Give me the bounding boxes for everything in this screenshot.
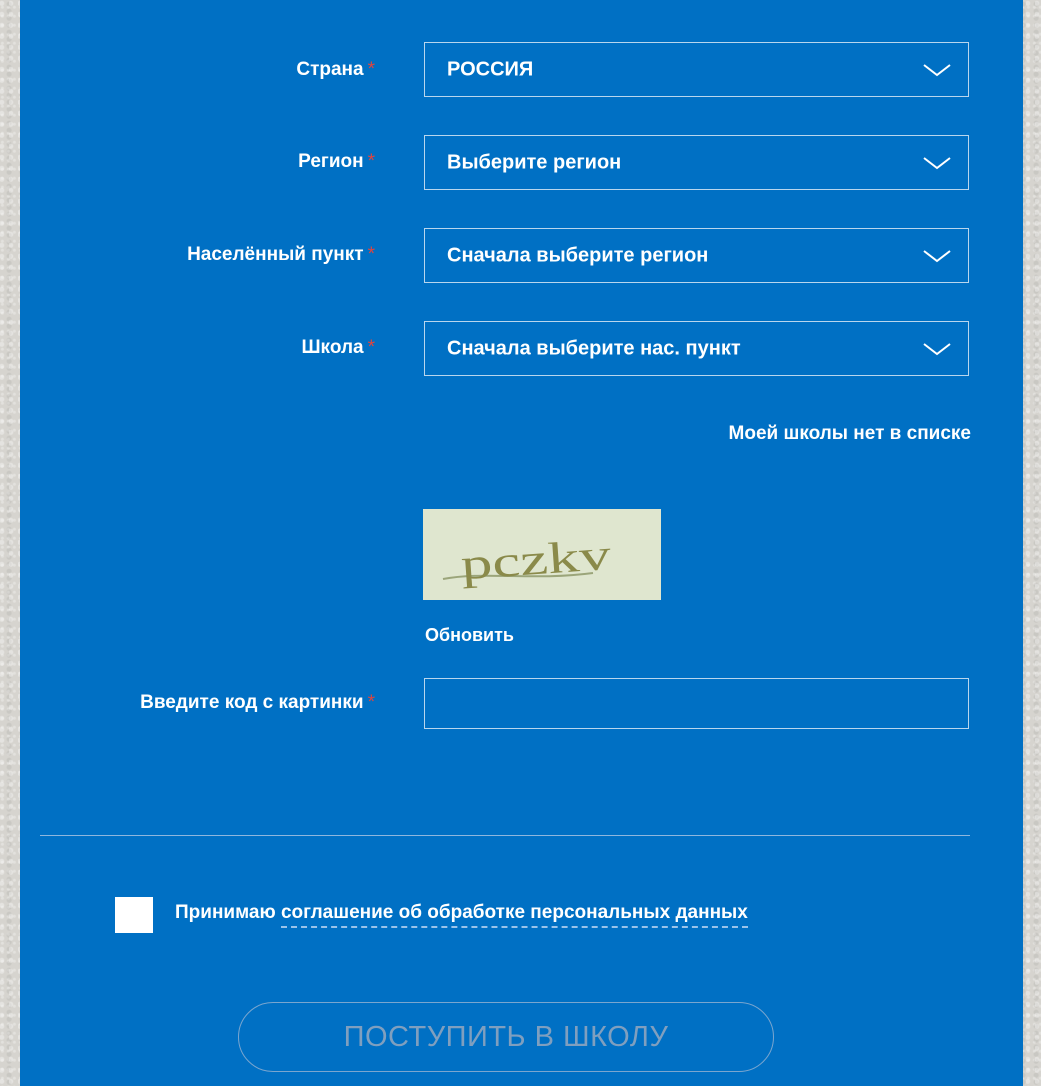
country-select[interactable]: РОССИЯ [424, 42, 969, 97]
chevron-down-icon [923, 63, 951, 76]
captcha-label-text: Введите код с картинки [140, 692, 364, 713]
divider [40, 835, 970, 836]
school-select-value: Сначала выберите нас. пункт [447, 337, 741, 359]
consent-agreement-link[interactable]: соглашение об обработке персональных дан… [280, 902, 748, 928]
country-select-value: РОССИЯ [447, 58, 534, 80]
school-not-listed-link[interactable]: Моей школы нет в списке [729, 423, 971, 445]
captcha-refresh-link[interactable]: Обновить [425, 625, 514, 646]
country-label: Страна * [296, 59, 375, 81]
locality-label-text: Населённый пункт [187, 244, 364, 265]
locality-select-value: Сначала выберите регион [447, 244, 709, 266]
registration-form-panel: Страна * РОССИЯ Регион * Выберите регион Н… [20, 0, 1023, 1086]
school-label-text: Школа [301, 337, 364, 358]
required-mark: * [367, 337, 375, 358]
chevron-down-icon [923, 342, 951, 355]
chevron-down-icon [923, 156, 951, 169]
school-select[interactable]: Сначала выберите нас. пункт [424, 321, 969, 376]
captcha-text: pczkv [459, 530, 612, 589]
locality-label: Населённый пункт * [187, 244, 375, 266]
region-label: Регион * [298, 151, 375, 173]
school-label: Школа * [301, 337, 375, 359]
captcha-image: pczkv [423, 509, 661, 600]
captcha-graphic: pczkv [423, 509, 661, 600]
locality-select[interactable]: Сначала выберите регион [424, 228, 969, 283]
required-mark: * [367, 59, 375, 80]
captcha-input[interactable] [424, 678, 969, 729]
chevron-down-icon [923, 249, 951, 262]
required-mark: * [367, 151, 375, 172]
consent-text: Принимаю соглашение об обработке персона… [175, 902, 748, 928]
region-select[interactable]: Выберите регион [424, 135, 969, 190]
enroll-submit-button[interactable]: ПОСТУПИТЬ В ШКОЛУ [238, 1002, 774, 1072]
country-label-text: Страна [296, 59, 364, 80]
consent-prefix: Принимаю [175, 902, 276, 923]
region-select-value: Выберите регион [447, 151, 622, 173]
required-mark: * [367, 692, 375, 713]
region-label-text: Регион [298, 151, 364, 172]
captcha-label: Введите код с картинки * [140, 692, 375, 714]
required-mark: * [367, 244, 375, 265]
consent-checkbox[interactable] [115, 897, 153, 933]
